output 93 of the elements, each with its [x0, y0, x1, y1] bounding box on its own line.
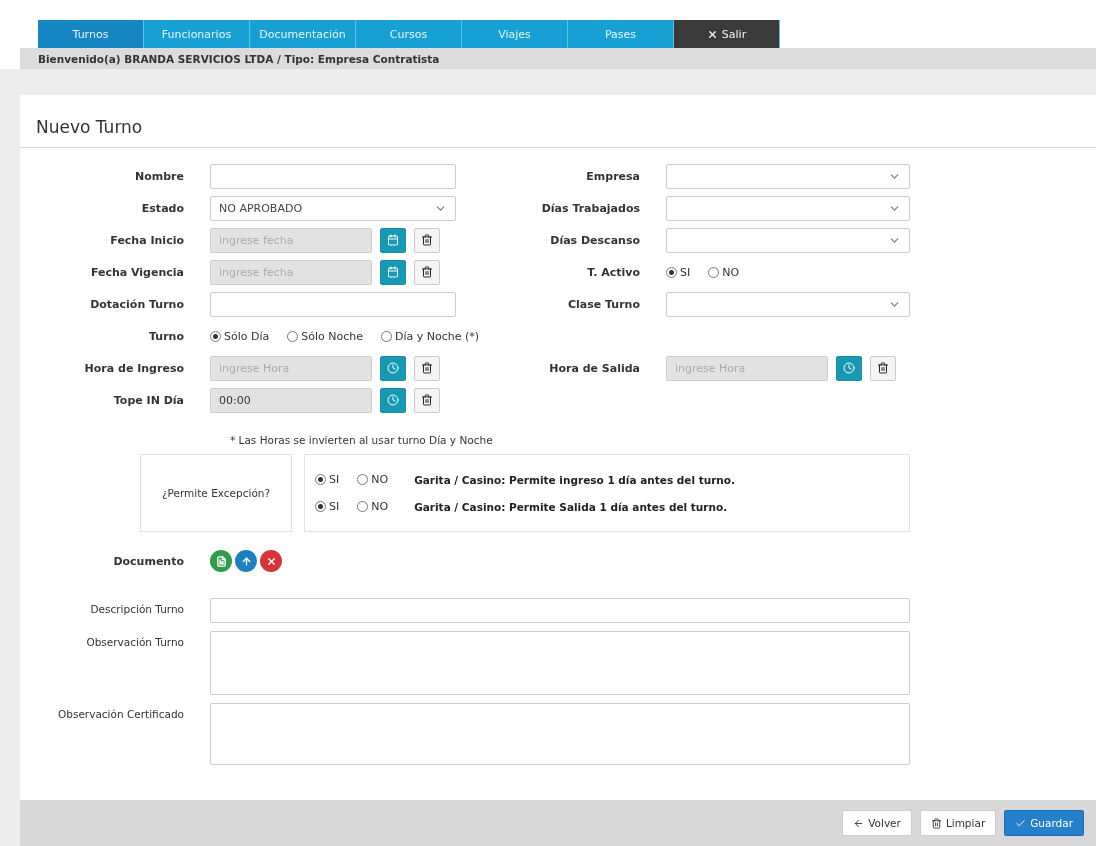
text-field[interactable]: [210, 598, 910, 623]
field-label: Dotación Turno: [89, 297, 185, 311]
nav-tab[interactable]: Documentación: [250, 20, 356, 48]
trash-icon: [877, 362, 889, 374]
trash-button[interactable]: [414, 227, 440, 253]
field-label: Observación Certificado: [57, 707, 185, 720]
trash-button[interactable]: [414, 387, 440, 413]
nav-tab[interactable]: Cursos: [356, 20, 462, 48]
radio-button[interactable]: [666, 266, 677, 278]
trash-icon: [930, 817, 942, 829]
radio-button[interactable]: [357, 501, 369, 512]
radio-label: Sólo Día: [224, 329, 270, 343]
field-label: Días Trabajados: [540, 201, 641, 215]
field-label: Hora de Salida: [548, 361, 641, 375]
select-field[interactable]: [666, 163, 910, 189]
radio-button[interactable]: [357, 474, 369, 485]
field-label: Nombre: [134, 169, 185, 183]
save-button[interactable]: Guardar: [1004, 810, 1084, 836]
radio-label: NO: [722, 265, 740, 279]
exception-text: Garita / Casino: Permite ingreso 1 día antes del turno.: [414, 473, 736, 486]
trash-button[interactable]: [870, 355, 896, 381]
close-icon: [265, 555, 277, 567]
clear-button[interactable]: Limpiar: [919, 810, 997, 836]
text-field[interactable]: [210, 291, 456, 317]
trash-button[interactable]: [414, 259, 440, 285]
field-label: Fecha Inicio: [109, 233, 185, 247]
radio-button[interactable]: [315, 501, 326, 512]
document-icon: [215, 555, 227, 567]
field-label: Turno: [148, 329, 185, 343]
nav-tab[interactable]: Viajes: [462, 20, 568, 48]
field-label: Empresa: [585, 169, 641, 183]
field-label: Estado: [140, 201, 185, 215]
radio-label: NO: [371, 473, 389, 486]
exception-text: Garita / Casino: Permite Salida 1 día antes del turno.: [414, 500, 728, 513]
radio-button[interactable]: [708, 266, 720, 278]
input-field[interactable]: ingrese Hora: [210, 355, 372, 381]
field-label: Observación Turno: [85, 635, 185, 648]
calendar-icon: [387, 234, 399, 246]
back-button[interactable]: Volver: [842, 810, 912, 836]
radio-button[interactable]: [287, 330, 299, 342]
radio-button[interactable]: [210, 330, 221, 342]
trash-icon: [421, 234, 433, 246]
trash-icon: [421, 266, 433, 278]
delete-button[interactable]: [260, 550, 282, 572]
select-field[interactable]: [666, 291, 910, 317]
select-field[interactable]: [666, 195, 910, 221]
nav-tab[interactable]: Funcionarios: [144, 20, 250, 48]
field-label: Documento: [112, 554, 185, 568]
trash-icon: [421, 394, 433, 406]
clock-icon: [843, 362, 855, 374]
field-label: Tope IN Día: [112, 393, 185, 407]
select-field[interactable]: [666, 227, 910, 253]
upload-button[interactable]: [235, 550, 257, 572]
arrow-icon: [853, 817, 865, 829]
welcome-text: Bienvenido(a) BRANDA SERVICIOS LTDA / Tipo: Empresa Contratista: [20, 48, 1096, 69]
nav-tab[interactable]: Turnos: [38, 20, 144, 48]
arrow-up-icon: [240, 555, 252, 567]
calendar-icon: [387, 266, 399, 278]
input-field[interactable]: ingrese Hora: [666, 355, 828, 381]
text-field[interactable]: [210, 163, 456, 189]
calendar-button[interactable]: [380, 227, 406, 253]
page-title: Nuevo Turno: [20, 95, 1096, 148]
radio-label: Sólo Noche: [301, 329, 363, 343]
radio-label: SI: [329, 473, 340, 486]
file-button[interactable]: [210, 550, 232, 572]
field-label: Fecha Vigencia: [89, 265, 185, 279]
field-label: Hora de Ingreso: [83, 361, 185, 375]
exit-tab[interactable]: Salir: [674, 20, 780, 48]
clock-button[interactable]: [380, 355, 406, 381]
radio-button[interactable]: [315, 474, 326, 485]
input-field[interactable]: 00:00: [210, 387, 372, 413]
radio-label: SI: [680, 265, 691, 279]
field-label: Clase Turno: [566, 297, 641, 311]
trash-icon: [421, 362, 433, 374]
clock-icon: [387, 362, 399, 374]
check-icon: [1015, 817, 1027, 829]
clock-button[interactable]: [836, 355, 862, 381]
radio-label: SI: [329, 500, 340, 513]
field-label: Descripción Turno: [89, 602, 185, 615]
trash-button[interactable]: [414, 355, 440, 381]
field-label: ¿Permite Excepción?: [161, 487, 271, 499]
radio-label: Día y Noche (*): [395, 329, 480, 343]
calendar-button[interactable]: [380, 259, 406, 285]
field-label: T. Activo: [586, 265, 641, 279]
radio-button[interactable]: [381, 330, 392, 342]
note-text: * Las Horas se invierten al usar turno Día y Noche: [230, 434, 494, 446]
field-label: Días Descanso: [549, 233, 641, 247]
clock-icon: [387, 394, 399, 406]
clock-button[interactable]: [380, 387, 406, 413]
select-field[interactable]: NO APROBADO: [210, 195, 456, 221]
close-icon: [706, 28, 718, 40]
nav-tab[interactable]: Pases: [568, 20, 674, 48]
radio-label: NO: [371, 500, 389, 513]
